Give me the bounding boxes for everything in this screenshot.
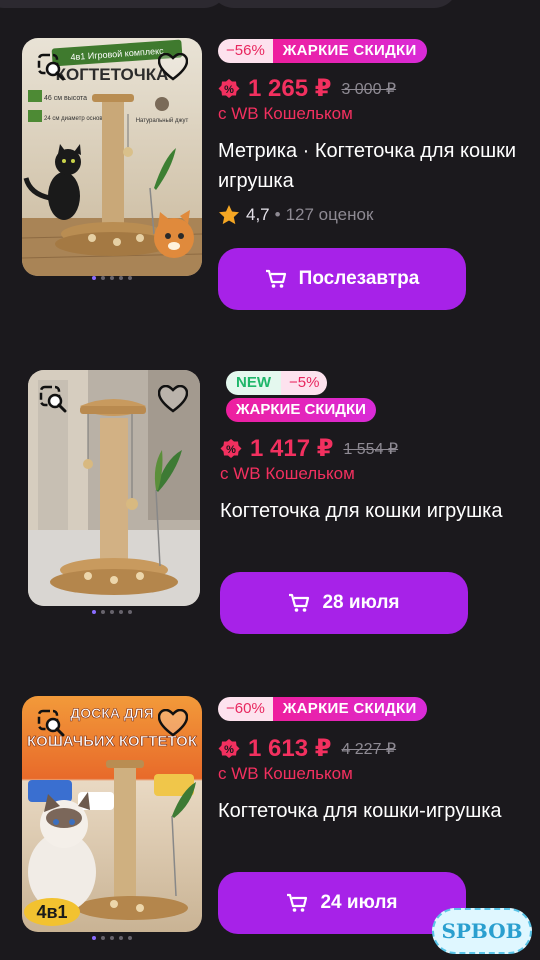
wallet-discount-icon: % <box>218 738 240 758</box>
wallet-note: с WB Кошельком <box>220 464 355 483</box>
favorite-heart-icon[interactable] <box>156 706 190 740</box>
cart-icon <box>265 269 287 289</box>
new-badge: NEW <box>226 371 281 395</box>
promo-badge: ЖАРКИЕ СКИДКИ <box>272 697 427 721</box>
product-title[interactable]: Метрика · Когтеточка для кошки игрушка <box>218 136 518 196</box>
image-pagination <box>92 610 132 616</box>
image-caption: ДОСКА ДЛЯ <box>70 705 153 721</box>
delivery-date: 24 июля <box>320 892 398 913</box>
promo-badge: ЖАРКИЕ СКИДКИ <box>272 39 427 63</box>
image-feature: 46 см высота <box>44 95 87 102</box>
add-to-cart-button[interactable]: 24 июля <box>218 872 466 934</box>
favorite-heart-icon[interactable] <box>156 382 190 416</box>
separator-dot: • <box>274 205 281 224</box>
product-title[interactable]: Когтеточка для кошки игрушка <box>220 496 520 526</box>
product-card[interactable]: NEW −5% ЖАРКИЕ СКИДКИ % 1 417 ₽ 1 554 ₽ … <box>0 330 540 634</box>
search-similar-icon[interactable] <box>34 706 68 740</box>
discount-badge: −60% <box>218 697 273 721</box>
wallet-discount-icon: % <box>218 78 240 98</box>
rating-value: 4,7 <box>246 205 270 224</box>
old-price: 1 554 ₽ <box>343 440 399 458</box>
image-feature: Натуральный джут <box>136 117 189 124</box>
svg-text:%: % <box>226 444 236 456</box>
add-to-cart-button[interactable]: 28 июля <box>220 572 468 634</box>
svg-text:%: % <box>224 744 234 756</box>
watermark-logo: SPBOB <box>432 908 532 954</box>
product-image[interactable]: ДОСКА ДЛЯ КОШАЧЬИХ КОГТЕТОК 4в1 <box>22 696 202 932</box>
image-pagination <box>92 936 132 942</box>
image-bundle-label: 4в1 <box>36 902 67 922</box>
search-similar-icon[interactable] <box>34 50 68 84</box>
price: 1 613 ₽ <box>248 735 332 762</box>
product-card[interactable]: 4в1 Игровой комплекс КОГТЕТОЧКА 46 см вы… <box>0 0 540 310</box>
discount-badge: −5% <box>281 371 328 395</box>
cart-icon <box>286 893 308 913</box>
wallet-note: с WB Кошельком <box>218 104 353 123</box>
favorite-heart-icon[interactable] <box>156 50 190 84</box>
review-count: 127 оценок <box>285 205 374 224</box>
wallet-note: с WB Кошельком <box>218 764 353 783</box>
svg-text:%: % <box>224 84 234 96</box>
star-icon <box>219 205 239 225</box>
price: 1 417 ₽ <box>250 435 334 462</box>
image-title: КОГТЕТОЧКА <box>56 65 169 84</box>
add-to-cart-button[interactable]: Послезавтра <box>218 248 466 310</box>
discount-badge: −56% <box>218 39 273 63</box>
delivery-date: Послезавтра <box>298 268 420 289</box>
search-similar-icon[interactable] <box>36 382 70 416</box>
product-image[interactable] <box>28 370 200 606</box>
cart-icon <box>288 593 310 613</box>
delivery-date: 28 июля <box>322 592 400 613</box>
old-price: 3 000 ₽ <box>341 80 397 98</box>
price: 1 265 ₽ <box>248 75 332 102</box>
product-image[interactable]: 4в1 Игровой комплекс КОГТЕТОЧКА 46 см вы… <box>22 38 202 276</box>
old-price: 4 227 ₽ <box>341 740 397 758</box>
promo-badge: ЖАРКИЕ СКИДКИ <box>226 398 376 422</box>
wallet-discount-icon: % <box>220 438 242 458</box>
product-title[interactable]: Когтеточка для кошки-игрушка <box>218 796 518 826</box>
image-pagination <box>92 276 132 282</box>
